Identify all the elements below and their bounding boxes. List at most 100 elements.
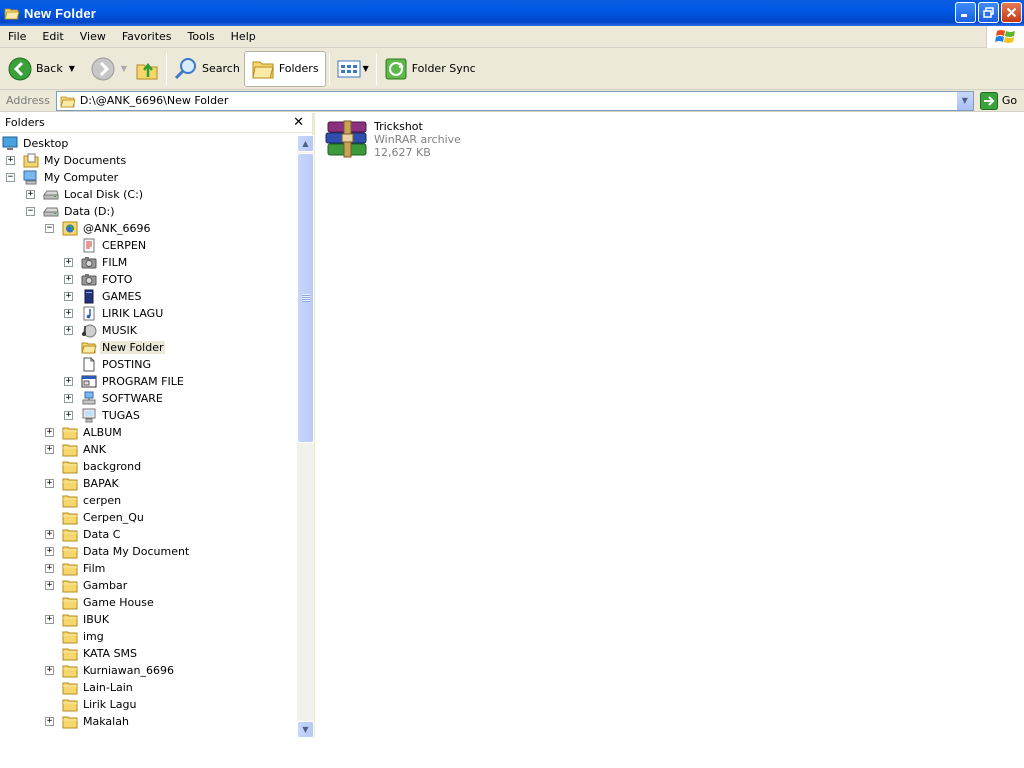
file-type: WinRAR archive [374, 133, 461, 146]
collapse-icon[interactable]: − [6, 173, 15, 182]
title-bar: New Folder [0, 0, 1024, 26]
tree-item[interactable]: + Kurniawan_6696 [45, 662, 176, 679]
tree-item[interactable]: + ALBUM [45, 424, 124, 441]
tree-item[interactable]: + Film [45, 560, 107, 577]
expand-icon[interactable]: + [45, 615, 54, 624]
go-button[interactable]: Go [979, 91, 1017, 110]
address-bar: Address D:\@ANK_6696\New Folder ▼ Go [0, 90, 1024, 112]
tree-item-label: KATA SMS [83, 647, 138, 660]
folder-sync-label: Folder Sync [411, 62, 476, 75]
expand-icon[interactable]: + [64, 326, 73, 335]
chevron-down-icon[interactable]: ▼ [363, 64, 369, 73]
menu-view[interactable]: View [72, 30, 114, 43]
tree-item[interactable]: − @ANK_6696 [45, 220, 152, 237]
tree-item[interactable]: POSTING [64, 356, 153, 373]
chevron-down-icon: ▼ [961, 96, 968, 105]
address-input[interactable]: D:\@ANK_6696\New Folder ▼ [55, 90, 974, 111]
tree-item[interactable]: − My Computer [6, 169, 120, 186]
expand-icon[interactable]: + [64, 275, 73, 284]
tree-item[interactable]: CERPEN [64, 237, 148, 254]
expand-icon[interactable]: + [64, 394, 73, 403]
menu-file[interactable]: File [0, 30, 34, 43]
restore-button[interactable] [978, 2, 999, 23]
file-item[interactable]: Trickshot WinRAR archive 12,627 KB [324, 120, 461, 159]
tree-item[interactable]: + FILM [64, 254, 129, 271]
scroll-thumb[interactable] [297, 153, 314, 443]
menu-favorites[interactable]: Favorites [114, 30, 180, 43]
collapse-icon[interactable]: − [26, 207, 35, 216]
tree-item[interactable]: img [45, 628, 106, 645]
open-folder-icon [60, 96, 76, 107]
tree-item[interactable]: Lain-Lain [45, 679, 135, 696]
close-button[interactable] [1001, 2, 1022, 23]
expand-icon[interactable]: + [45, 445, 54, 454]
tree-item[interactable]: + BAPAK [45, 475, 121, 492]
folder-sync-button[interactable]: Folder Sync [380, 51, 480, 87]
expand-icon[interactable]: + [45, 530, 54, 539]
forward-button[interactable]: ▼ [87, 51, 131, 87]
up-folder-button[interactable] [131, 51, 163, 87]
expand-icon[interactable]: + [64, 377, 73, 386]
tree-item[interactable]: + IBUK [45, 611, 111, 628]
toolbar-separator [166, 52, 168, 85]
tree-item[interactable]: + My Documents [6, 152, 128, 169]
tree-item[interactable]: Cerpen_Qu [45, 509, 146, 526]
expand-icon[interactable]: + [45, 428, 54, 437]
tree-item[interactable]: + GAMES [64, 288, 143, 305]
expand-icon[interactable]: + [45, 479, 54, 488]
tree-item[interactable]: + FOTO [64, 271, 134, 288]
expand-icon[interactable]: + [64, 411, 73, 420]
tree-item[interactable]: + Data My Document [45, 543, 191, 560]
back-button[interactable]: Back ▼ [4, 51, 79, 87]
minimize-button[interactable] [955, 2, 976, 23]
chevron-down-icon[interactable]: ▼ [121, 64, 127, 73]
tree-item[interactable]: + Gambar [45, 577, 129, 594]
tree-item[interactable]: + ANK [45, 441, 108, 458]
expand-icon[interactable]: + [64, 309, 73, 318]
vertical-scrollbar[interactable]: ▲ ▼ [297, 135, 314, 738]
tree-item[interactable]: + Data C [45, 526, 122, 543]
expand-icon[interactable]: + [45, 564, 54, 573]
folder-icon [62, 697, 78, 712]
tree-item[interactable]: KATA SMS [45, 645, 139, 662]
tree-item[interactable]: + Makalah [45, 713, 131, 730]
expand-icon[interactable]: + [45, 666, 54, 675]
folder-icon [62, 510, 78, 525]
tree-item[interactable]: + TUGAS [64, 407, 142, 424]
expand-icon[interactable]: + [45, 717, 54, 726]
expand-icon[interactable]: + [6, 156, 15, 165]
expand-icon[interactable]: + [64, 258, 73, 267]
tree-item[interactable]: cerpen [45, 492, 123, 509]
menu-edit[interactable]: Edit [34, 30, 71, 43]
tree-item[interactable]: + MUSIK [64, 322, 139, 339]
expand-icon[interactable]: + [64, 292, 73, 301]
back-label: Back [36, 62, 63, 75]
tree-item[interactable]: Desktop [2, 135, 70, 152]
tree-item[interactable]: + PROGRAM FILE [64, 373, 186, 390]
expand-icon[interactable]: + [45, 547, 54, 556]
address-dropdown-button[interactable]: ▼ [955, 91, 973, 110]
tree-item[interactable]: New Folder [64, 339, 166, 356]
expand-icon[interactable]: + [26, 190, 35, 199]
views-button[interactable]: ▼ [333, 51, 373, 87]
tree-item[interactable]: − Data (D:) [26, 203, 117, 220]
close-icon[interactable]: ✕ [293, 115, 304, 130]
scroll-down-button[interactable]: ▼ [297, 721, 314, 738]
folders-button[interactable]: Folders [243, 50, 326, 87]
tree-item[interactable]: Lirik Lagu [45, 696, 138, 713]
tree-item[interactable]: + LIRIK LAGU [64, 305, 165, 322]
tree-item[interactable]: + SOFTWARE [64, 390, 165, 407]
scroll-up-button[interactable]: ▲ [297, 135, 314, 152]
tree-item[interactable]: Game House [45, 594, 156, 611]
expand-icon[interactable]: + [45, 581, 54, 590]
menu-tools[interactable]: Tools [180, 30, 223, 43]
chevron-down-icon[interactable]: ▼ [69, 64, 75, 73]
tree-item[interactable]: + Local Disk (C:) [26, 186, 145, 203]
collapse-icon[interactable]: − [45, 224, 54, 233]
globe-folder-icon [62, 221, 78, 236]
menu-help[interactable]: Help [223, 30, 264, 43]
tree-item-label: backgrond [83, 460, 142, 473]
tree-item[interactable]: backgrond [45, 458, 143, 475]
tree-item-label: LIRIK LAGU [102, 307, 164, 320]
search-button[interactable]: Search [170, 51, 244, 87]
